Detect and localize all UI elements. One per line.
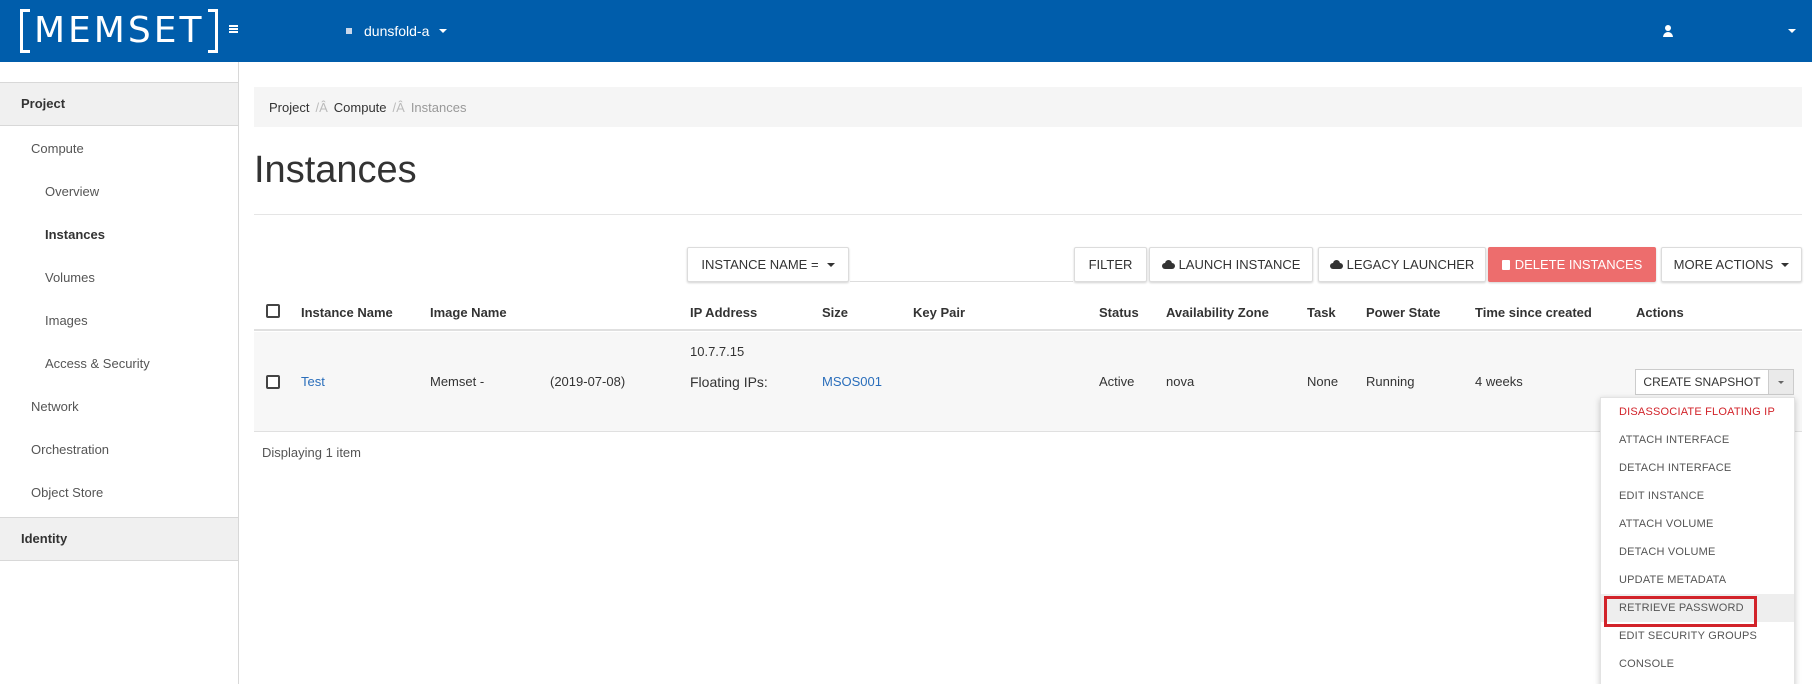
legacy-launcher-button[interactable]: LEGACY LAUNCHER (1318, 247, 1486, 282)
filter-input[interactable] (850, 247, 1073, 282)
sidebar-item-compute[interactable]: Compute (31, 140, 84, 158)
breadcrumb-separator: /Â (315, 99, 328, 115)
menu-item-update-metadata[interactable]: UPDATE METADATA (1601, 566, 1794, 594)
user-icon (1662, 25, 1674, 37)
create-snapshot-button[interactable]: CREATE SNAPSHOT (1635, 369, 1769, 395)
table-footer-count: Displaying 1 item (262, 445, 361, 460)
column-header-key-pair[interactable]: Key Pair (913, 305, 965, 320)
column-header-time-since-created[interactable]: Time since created (1475, 305, 1592, 320)
floating-ips-label: Floating IPs: (690, 374, 768, 390)
menu-toggle-icon[interactable] (229, 25, 238, 33)
sidebar-item-overview[interactable]: Overview (45, 183, 99, 201)
project-icon (346, 28, 352, 34)
chevron-down-icon (1778, 380, 1784, 384)
page-title: Instances (254, 149, 417, 191)
column-header-image-name[interactable]: Image Name (430, 305, 507, 320)
sidebar-item-access-security[interactable]: Access & Security (45, 355, 150, 373)
column-header-task[interactable]: Task (1307, 305, 1336, 320)
chevron-down-icon (1781, 262, 1790, 267)
logo-text: MEMSET (34, 10, 205, 51)
cloud-upload-icon (1329, 260, 1343, 269)
more-actions-label: MORE ACTIONS (1673, 257, 1774, 272)
breadcrumb-separator: /Â (392, 99, 405, 115)
memset-logo[interactable]: MEMSET (20, 8, 219, 54)
breadcrumb-compute[interactable]: Compute (334, 100, 387, 115)
project-selector[interactable]: dunsfold-a (346, 20, 448, 42)
breadcrumb-instances: Instances (410, 99, 467, 115)
sidebar-item-volumes[interactable]: Volumes (45, 269, 95, 287)
chevron-down-icon (439, 29, 448, 33)
menu-item-detach-volume[interactable]: DETACH VOLUME (1601, 538, 1794, 566)
select-all-checkbox[interactable] (266, 304, 280, 318)
sidebar-section-identity[interactable]: Identity (0, 517, 238, 561)
column-header-actions: Actions (1636, 305, 1684, 320)
row-checkbox[interactable] (266, 375, 280, 389)
menu-item-attach-volume[interactable]: ATTACH VOLUME (1601, 510, 1794, 538)
column-header-power-state[interactable]: Power State (1366, 305, 1440, 320)
power-state-value: Running (1366, 374, 1415, 389)
image-name: Memset - (430, 374, 485, 389)
sidebar-item-instances[interactable]: Instances (45, 226, 105, 244)
column-header-instance-name[interactable]: Instance Name (301, 305, 393, 320)
status-value: Active (1099, 374, 1135, 389)
legacy-launcher-label: LEGACY LAUNCHER (1346, 257, 1475, 272)
launch-instance-button[interactable]: LAUNCH INSTANCE (1149, 247, 1313, 282)
column-header-status[interactable]: Status (1099, 305, 1139, 320)
availability-zone-value: nova (1166, 374, 1195, 389)
column-header-availability-zone[interactable]: Availability Zone (1166, 305, 1269, 320)
menu-item-attach-interface[interactable]: ATTACH INTERFACE (1601, 426, 1794, 454)
filter-field-dropdown[interactable]: INSTANCE NAME = (687, 247, 849, 282)
sidebar-item-images[interactable]: Images (45, 312, 88, 330)
chevron-down-icon (826, 262, 835, 267)
sidebar: Project Compute Overview Instances Volum… (0, 62, 239, 684)
column-header-ip-address[interactable]: IP Address (690, 305, 757, 320)
user-menu[interactable] (1662, 18, 1796, 44)
task-value: None (1307, 374, 1339, 389)
logo-left-bracket (20, 9, 30, 53)
delete-instances-button[interactable]: DELETE INSTANCES (1488, 247, 1656, 282)
trash-icon (1501, 259, 1510, 270)
more-actions-button[interactable]: MORE ACTIONS (1661, 247, 1802, 282)
ip-address: 10.7.7.15 (690, 344, 745, 359)
highlight-annotation-box (1604, 596, 1757, 627)
project-name: dunsfold-a (364, 23, 430, 39)
menu-item-detach-interface[interactable]: DETACH INTERFACE (1601, 454, 1794, 482)
sidebar-item-object-store[interactable]: Object Store (31, 484, 103, 502)
menu-item-edit-instance[interactable]: EDIT INSTANCE (1601, 482, 1794, 510)
instance-name-link[interactable]: Test (301, 374, 325, 389)
top-navbar: MEMSET dunsfold-a (0, 0, 1812, 62)
filter-field-label: INSTANCE NAME = (701, 257, 819, 272)
breadcrumb: Project /Â Compute /Â Instances (254, 87, 1802, 127)
logo-right-bracket (208, 9, 219, 53)
chevron-down-icon (1788, 29, 1796, 33)
size-link[interactable]: MSOS001 (822, 374, 882, 389)
delete-instances-label: DELETE INSTANCES (1514, 257, 1643, 272)
launch-instance-label: LAUNCH INSTANCE (1178, 257, 1301, 272)
sidebar-item-orchestration[interactable]: Orchestration (31, 441, 109, 459)
image-date: (2019-07-08) (550, 374, 626, 389)
divider (254, 214, 1802, 215)
sidebar-item-network[interactable]: Network (31, 398, 79, 416)
table-row: Test Memset - (2019-07-08) 10.7.7.15 Flo… (254, 332, 1802, 432)
time-since-created-value: 4 weeks (1475, 374, 1523, 389)
menu-item-console[interactable]: CONSOLE (1601, 650, 1794, 678)
cloud-upload-icon (1161, 260, 1175, 269)
row-actions-menu: DISASSOCIATE FLOATING IP ATTACH INTERFAC… (1600, 397, 1795, 684)
table-header: Instance Name Image Name IP Address Size… (254, 297, 1802, 331)
breadcrumb-project[interactable]: Project (269, 100, 309, 115)
filter-button[interactable]: FILTER (1074, 247, 1147, 282)
sidebar-section-project[interactable]: Project (0, 82, 238, 126)
column-header-size[interactable]: Size (822, 305, 848, 320)
menu-item-disassociate-floating-ip[interactable]: DISASSOCIATE FLOATING IP (1601, 398, 1794, 426)
row-actions-dropdown-toggle[interactable] (1768, 369, 1794, 395)
